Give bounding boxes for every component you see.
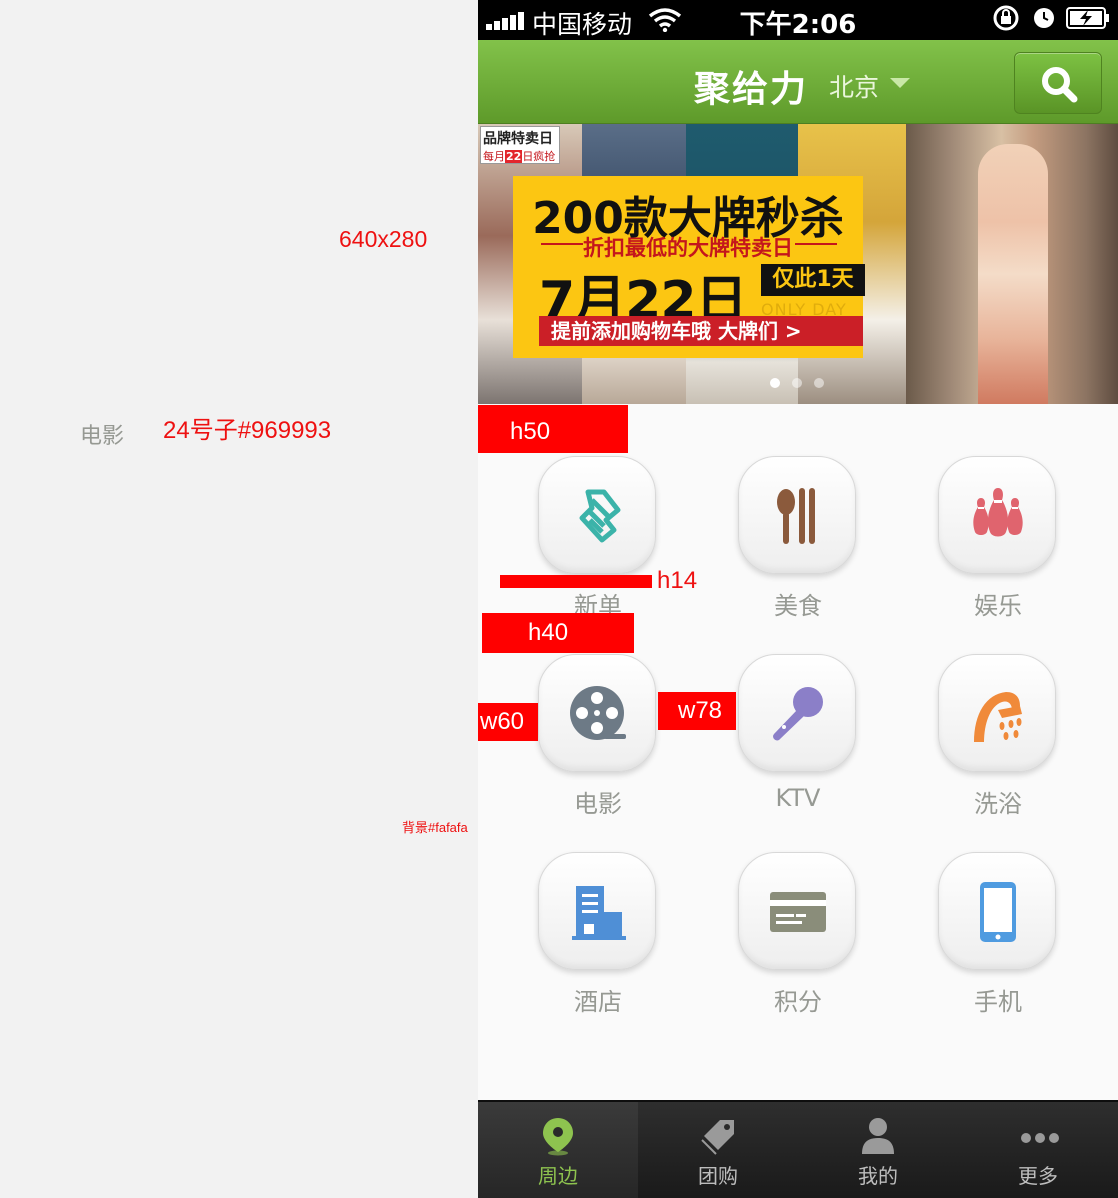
category-label: 手机: [974, 988, 1022, 1016]
tab-label: 我的: [858, 1164, 898, 1188]
battery-icon: [1066, 7, 1110, 33]
spoon-chopsticks-icon: [777, 488, 815, 544]
measure-mark-w78: w78: [658, 692, 736, 730]
brand-day-tag: 品牌特卖日 每月22日疯抢: [480, 126, 560, 164]
category-button[interactable]: [538, 654, 656, 772]
category-button[interactable]: [938, 654, 1056, 772]
brand-day-sub: 每月22日疯抢: [483, 150, 556, 163]
measure-mark-w60: w60: [478, 703, 538, 741]
category-ktv[interactable]: KTV: [698, 654, 898, 844]
measure-mark-h50: h50: [478, 405, 628, 453]
carousel-dot[interactable]: [792, 378, 802, 388]
phone-screen: 中国移动 下午2:06 聚给力 北京 品牌特卖日 每月22日疯抢 200款大牌秒…: [478, 0, 1118, 1198]
promo-banner[interactable]: 品牌特卖日 每月22日疯抢 200款大牌秒杀 折扣最低的大牌特卖日 7月22日 …: [478, 124, 1118, 404]
search-button[interactable]: [1014, 52, 1102, 114]
category-label: KTV: [775, 784, 821, 812]
font-sample-label: 电影: [80, 423, 125, 448]
tab-mine[interactable]: 我的: [798, 1102, 958, 1198]
category-label: 积分: [774, 988, 822, 1016]
rotation-lock-icon: [992, 4, 1022, 36]
nav-bar: 聚给力 北京: [478, 40, 1118, 124]
scroll-icon: [579, 489, 621, 543]
category-button[interactable]: [738, 654, 856, 772]
microphone-icon: [773, 687, 823, 741]
category-button[interactable]: [538, 456, 656, 574]
user-icon: [862, 1118, 894, 1154]
category-label: 美食: [774, 592, 822, 620]
alarm-clock-icon: [1032, 6, 1056, 34]
category-label: 洗浴: [974, 790, 1022, 818]
category-bath[interactable]: 洗浴: [898, 654, 1098, 844]
tab-label: 团购: [698, 1164, 738, 1188]
tag-icon: [701, 1120, 734, 1155]
city-selector[interactable]: 北京: [829, 68, 879, 104]
category-label: 娱乐: [974, 592, 1022, 620]
brand-day-title: 品牌特卖日: [483, 131, 553, 147]
building-icon: [572, 886, 626, 940]
category-points[interactable]: 积分: [698, 852, 898, 1042]
tab-label: 更多: [1018, 1164, 1058, 1188]
card-icon: [770, 892, 826, 932]
shower-icon: [974, 692, 1022, 742]
category-button[interactable]: [938, 456, 1056, 574]
app-title: 聚给力: [694, 69, 809, 110]
tab-label: 周边: [538, 1164, 578, 1188]
font-spec-annotation: 24号子#969993: [163, 417, 332, 444]
carousel-dots[interactable]: [770, 378, 824, 388]
category-entertainment[interactable]: 娱乐: [898, 456, 1098, 646]
tab-nearby[interactable]: 周边: [478, 1102, 638, 1198]
only-one-day-badge: 仅此1天: [761, 264, 865, 296]
tab-bar: 周边 团购 我的 更多: [478, 1100, 1118, 1198]
chevron-down-icon[interactable]: [890, 78, 910, 88]
location-pin-icon: [543, 1118, 573, 1156]
bowling-icon: [973, 488, 1023, 537]
category-button[interactable]: [738, 456, 856, 574]
carousel-dot[interactable]: [770, 378, 780, 388]
category-button[interactable]: [938, 852, 1056, 970]
category-button[interactable]: [738, 852, 856, 970]
promo-card: 200款大牌秒杀 折扣最低的大牌特卖日 7月22日 仅此1天 ONLY DAY …: [513, 176, 865, 358]
measure-bar-h14: [500, 575, 652, 588]
tab-group-buy[interactable]: 团购: [638, 1102, 798, 1198]
category-movie[interactable]: 电影: [498, 654, 698, 844]
category-food[interactable]: 美食: [698, 456, 898, 646]
tab-more[interactable]: 更多: [958, 1102, 1118, 1198]
phone-icon: [980, 882, 1016, 942]
category-label: 酒店: [574, 988, 622, 1016]
measure-label-h14: h14: [657, 567, 698, 594]
category-phone[interactable]: 手机: [898, 852, 1098, 1042]
category-hotel[interactable]: 酒店: [498, 852, 698, 1042]
promo-cta: 提前添加购物车哦 大牌们 >: [539, 316, 863, 346]
film-reel-icon: [570, 686, 626, 740]
search-icon: [1042, 67, 1078, 103]
banner-model-figure: [978, 144, 1048, 404]
status-bar: 中国移动 下午2:06: [478, 0, 1118, 40]
banner-size-annotation: 640x280: [339, 226, 428, 252]
category-label: 电影: [574, 790, 622, 818]
measure-mark-h40: h40: [482, 613, 634, 653]
background-spec-annotation: 背景#fafafa: [402, 820, 468, 835]
carousel-dot[interactable]: [814, 378, 824, 388]
category-button[interactable]: [538, 852, 656, 970]
more-dots-icon: [1021, 1133, 1059, 1143]
